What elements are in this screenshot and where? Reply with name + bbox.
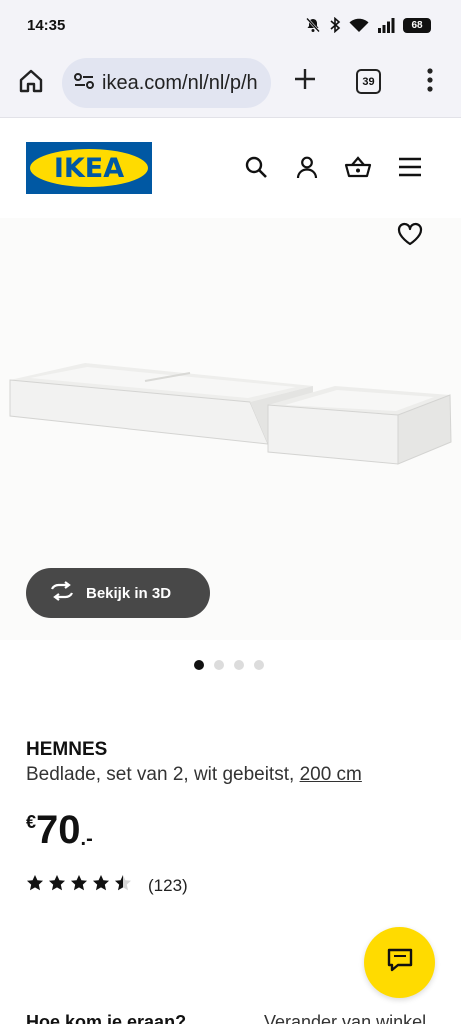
status-icons: 68: [305, 17, 431, 33]
menu-button[interactable]: [397, 156, 423, 182]
carousel-dot[interactable]: [254, 660, 264, 670]
price-integer: 70: [36, 808, 81, 852]
carousel-indicator: [194, 660, 264, 670]
star-icon: [26, 874, 44, 897]
new-tab-button[interactable]: [290, 66, 320, 96]
delivery-heading: Hoe kom je eraan?: [26, 1012, 187, 1024]
star-icon: [70, 874, 88, 897]
logo-text: IKEA: [53, 152, 125, 184]
search-button[interactable]: [243, 156, 269, 182]
address-bar[interactable]: ikea.com/nl/nl/p/h: [62, 58, 271, 108]
star-icon: [114, 874, 132, 897]
home-button[interactable]: [16, 68, 46, 98]
change-store-link[interactable]: Verander van winkel: [264, 1012, 426, 1024]
logo-oval: IKEA: [30, 149, 148, 187]
heart-icon: [397, 222, 423, 251]
more-vert-icon: [427, 67, 433, 97]
status-bar: 14:35 68: [0, 0, 461, 52]
chat-button[interactable]: [364, 927, 435, 998]
view-in-3d-button[interactable]: Bekijk in 3D: [26, 568, 210, 618]
account-button[interactable]: [294, 156, 320, 182]
product-image: [0, 358, 461, 483]
browser-toolbar: ikea.com/nl/nl/p/h 39: [0, 52, 461, 118]
site-header: IKEA: [0, 118, 461, 218]
price-decimals: .-: [80, 828, 93, 850]
carousel-dot[interactable]: [234, 660, 244, 670]
carousel-dot[interactable]: [214, 660, 224, 670]
star-icon: [92, 874, 110, 897]
product-description: Bedlade, set van 2, wit gebeitst, 200 cm: [26, 764, 362, 786]
product-size-link[interactable]: 200 cm: [300, 764, 362, 785]
plus-icon: [293, 67, 317, 96]
tabs-button[interactable]: 39: [356, 69, 381, 94]
rating-count: (123): [148, 875, 188, 895]
site-settings-icon[interactable]: [73, 71, 95, 96]
home-icon: [18, 68, 44, 99]
star-icon: [48, 874, 66, 897]
tab-count: 39: [362, 75, 375, 88]
product-description-text: Bedlade, set van 2, wit gebeitst,: [26, 764, 300, 785]
ikea-logo[interactable]: IKEA: [26, 142, 152, 194]
bluetooth-icon: [329, 17, 341, 33]
product-rating[interactable]: (123): [26, 874, 188, 897]
signal-icon: [377, 17, 395, 33]
wifi-icon: [349, 17, 369, 33]
url-text: ikea.com/nl/nl/p/h: [102, 71, 258, 94]
battery-icon: 68: [403, 17, 431, 33]
product-gallery[interactable]: Bekijk in 3D: [0, 218, 461, 640]
basket-icon: [344, 155, 372, 184]
product-name: HEMNES: [26, 739, 108, 760]
view-in-3d-label: Bekijk in 3D: [86, 584, 172, 602]
chat-icon: [387, 947, 413, 978]
bell-off-icon: [305, 17, 321, 33]
product-price: € 70 .-: [26, 810, 93, 851]
status-time: 14:35: [27, 17, 66, 34]
rotate-3d-icon: [48, 580, 76, 606]
user-icon: [295, 155, 319, 184]
basket-button[interactable]: [344, 155, 372, 184]
hamburger-menu-icon: [398, 156, 422, 183]
search-icon: [244, 155, 268, 184]
favourite-button[interactable]: [396, 222, 424, 250]
browser-menu-button[interactable]: [418, 66, 442, 98]
price-currency: €: [26, 812, 37, 832]
carousel-dot[interactable]: [194, 660, 204, 670]
